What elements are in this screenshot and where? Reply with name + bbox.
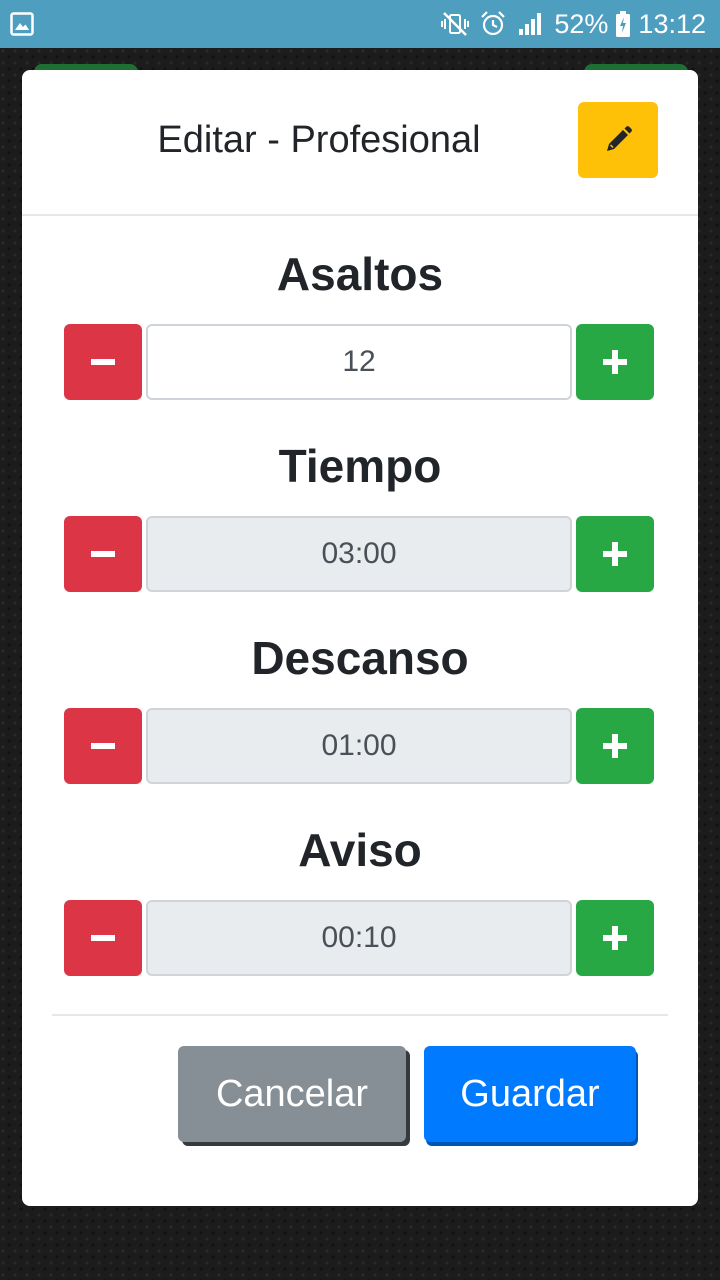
rounds-decrement-button[interactable]	[64, 324, 142, 400]
minus-icon	[91, 935, 115, 941]
rest-label: Descanso	[251, 632, 469, 684]
cancel-button[interactable]: Cancelar	[178, 1046, 406, 1142]
modal-title: Editar - Profesional	[157, 119, 481, 161]
rest-field: 01:00	[146, 708, 572, 784]
warning-field: 00:10	[146, 900, 572, 976]
minus-icon	[91, 551, 115, 557]
clock: 13:12	[638, 8, 706, 39]
battery-percentage: 52%	[554, 8, 609, 39]
minus-icon	[91, 743, 115, 749]
warning-decrement-button[interactable]	[64, 900, 142, 976]
footer-divider	[52, 1014, 668, 1016]
rest-stepper: 01:00	[64, 708, 654, 784]
warning-stepper: 00:10	[64, 900, 654, 976]
rounds-label: Asaltos	[276, 248, 444, 300]
plus-icon	[603, 350, 627, 374]
gallery-icon	[10, 12, 34, 36]
plus-icon	[603, 734, 627, 758]
time-field: 03:00	[146, 516, 572, 592]
warning-label: Aviso	[298, 824, 422, 876]
modal-header: Editar - Profesional	[22, 70, 698, 216]
rounds-increment-button[interactable]	[576, 324, 654, 400]
rest-decrement-button[interactable]	[64, 708, 142, 784]
vibrate-off-icon	[441, 12, 470, 36]
edit-modal: Editar - Profesional Asaltos 12 Tiempo 0…	[22, 70, 698, 1206]
pencil-icon	[607, 126, 632, 151]
time-label: Tiempo	[278, 440, 442, 492]
edit-button[interactable]	[578, 102, 658, 178]
signal-icon	[519, 13, 542, 35]
status-bar: 52% 13:12	[0, 0, 720, 48]
plus-icon	[603, 926, 627, 950]
time-decrement-button[interactable]	[64, 516, 142, 592]
save-button[interactable]: Guardar	[424, 1046, 636, 1142]
minus-icon	[91, 359, 115, 365]
battery-charging-icon	[616, 11, 631, 37]
plus-icon	[603, 542, 627, 566]
time-stepper: 03:00	[64, 516, 654, 592]
warning-increment-button[interactable]	[576, 900, 654, 976]
rounds-input[interactable]: 12	[146, 324, 572, 400]
rest-increment-button[interactable]	[576, 708, 654, 784]
alarm-icon	[481, 11, 506, 36]
time-increment-button[interactable]	[576, 516, 654, 592]
rounds-stepper: 12	[64, 324, 654, 400]
